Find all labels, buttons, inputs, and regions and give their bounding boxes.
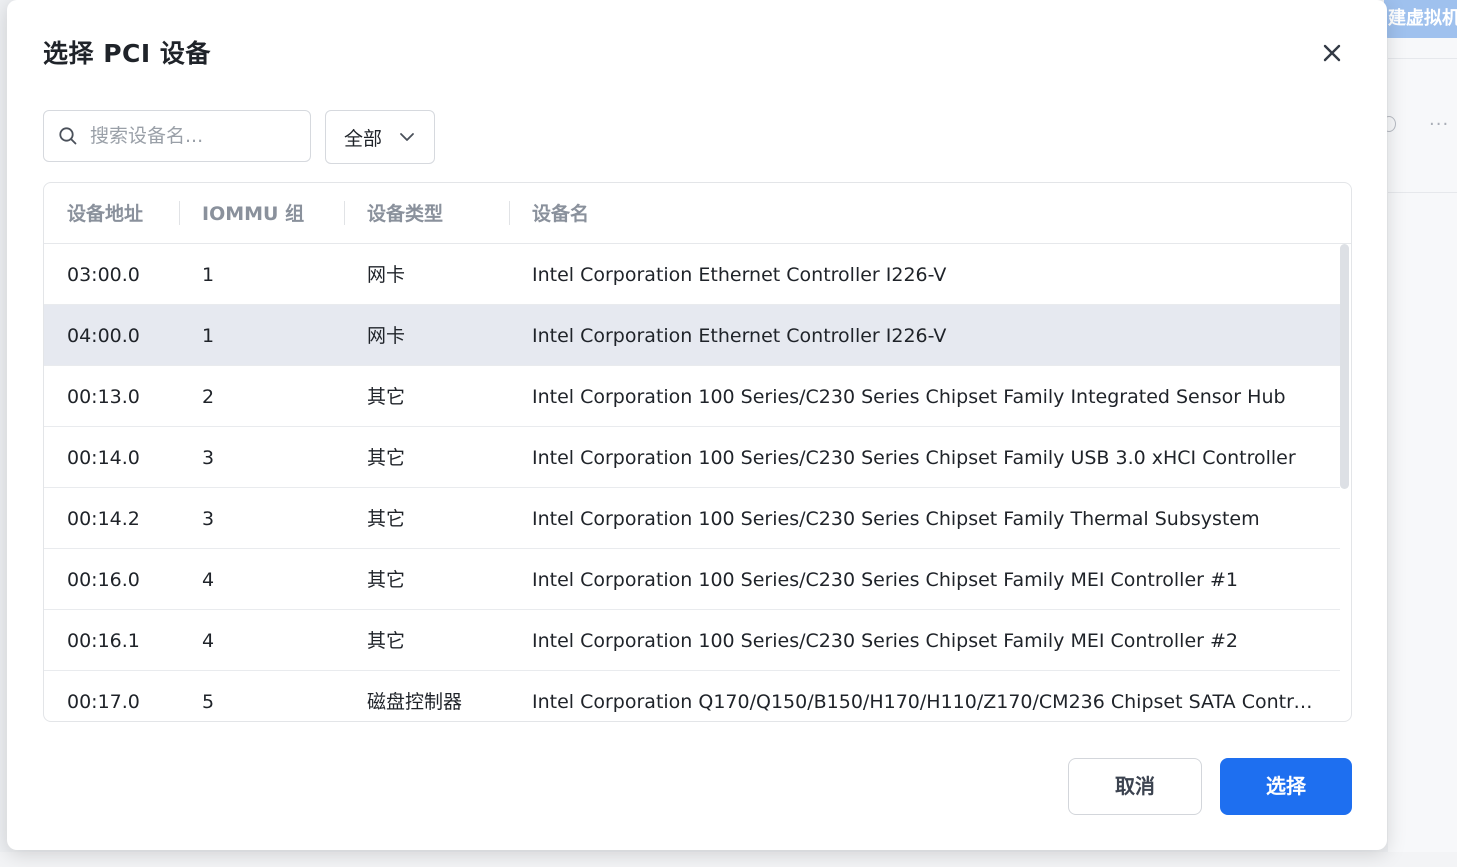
device-address-cell: 00:13.0 [67,386,140,408]
device-table: 设备地址 IOMMU 组 设备类型 设备名 03:00.0 1 网卡 Intel Co… [43,182,1352,722]
device-address-cell: 00:16.1 [67,630,140,652]
filter-selected-value: 全部 [344,127,383,150]
device-name-cell: Intel Corporation 100 Series/C230 Series… [532,386,1286,408]
chevron-down-icon [400,133,414,141]
iommu-group-cell: 3 [202,447,215,469]
device-name-cell: Intel Corporation Q170/Q150/B150/H170/H1… [532,691,1317,713]
iommu-group-cell: 4 [202,630,215,652]
device-address-cell: 04:00.0 [67,325,140,347]
device-type-cell: 磁盘控制器 [367,691,463,713]
device-address-cell: 00:14.0 [67,447,140,469]
column-header-type: 设备类型 [367,203,444,225]
column-divider [509,201,510,225]
table-row[interactable]: 00:13.0 2 其它 Intel Corporation 100 Series/C… [44,366,1340,427]
create-vm-button: 建虚拟机 [1384,0,1457,38]
device-type-cell: 网卡 [367,325,406,347]
column-divider [344,201,345,225]
pci-device-dialog: 选择 PCI 设备 全部 设备地址 IOMMU 组 设备类型 设备名 03:00… [7,0,1387,850]
table-row[interactable]: 00:14.2 3 其它 Intel Corporation 100 Series/C… [44,488,1340,549]
dialog-title: 选择 PCI 设备 [43,39,211,68]
device-name-cell: Intel Corporation Ethernet Controller I2… [532,325,947,347]
column-header-iommu: IOMMU 组 [202,203,305,225]
device-type-cell: 网卡 [367,264,406,286]
device-name-cell: Intel Corporation 100 Series/C230 Series… [532,569,1239,591]
device-address-cell: 03:00.0 [67,264,140,286]
device-type-cell: 其它 [367,630,406,652]
device-type-cell: 其它 [367,508,406,530]
device-address-cell: 00:14.2 [67,508,140,530]
device-name-cell: Intel Corporation 100 Series/C230 Series… [532,447,1296,469]
device-name-cell: Intel Corporation 100 Series/C230 Series… [532,508,1260,530]
search-icon [59,127,77,145]
table-row[interactable]: 00:14.0 3 其它 Intel Corporation 100 Series/C… [44,427,1340,488]
background-divider [1388,192,1457,193]
search-box[interactable] [43,110,311,162]
device-address-cell: 00:16.0 [67,569,140,591]
device-type-cell: 其它 [367,569,406,591]
more-icon: ··· [1429,114,1450,135]
iommu-group-cell: 1 [202,264,215,286]
background-footer [0,852,1457,867]
device-type-cell: 其它 [367,447,406,469]
iommu-group-cell: 3 [202,508,215,530]
table-row[interactable]: 04:00.0 1 网卡 Intel Corporation Ethernet Con… [44,305,1340,366]
scrollbar-thumb[interactable] [1340,244,1349,489]
table-body: 03:00.0 1 网卡 Intel Corporation Ethernet Con… [44,244,1340,721]
type-filter-select[interactable]: 全部 [325,110,435,164]
iommu-group-cell: 2 [202,386,215,408]
column-header-name: 设备名 [532,203,590,225]
iommu-group-cell: 4 [202,569,215,591]
column-divider [179,201,180,225]
cancel-button[interactable]: 取消 [1068,758,1202,815]
device-address-cell: 00:17.0 [67,691,140,713]
scrollbar[interactable] [1338,244,1351,721]
background-divider [1388,58,1457,59]
table-row[interactable]: 00:16.0 4 其它 Intel Corporation 100 Series/C… [44,549,1340,610]
table-header: 设备地址 IOMMU 组 设备类型 设备名 [44,183,1351,244]
search-input[interactable] [88,124,302,148]
table-row[interactable]: 00:16.1 4 其它 Intel Corporation 100 Series/C… [44,610,1340,671]
device-name-cell: Intel Corporation Ethernet Controller I2… [532,264,947,286]
iommu-group-cell: 1 [202,325,215,347]
iommu-group-cell: 5 [202,691,215,713]
column-header-address: 设备地址 [67,203,144,225]
select-button[interactable]: 选择 [1220,758,1352,815]
device-name-cell: Intel Corporation 100 Series/C230 Series… [532,630,1239,652]
device-type-cell: 其它 [367,386,406,408]
table-row[interactable]: 03:00.0 1 网卡 Intel Corporation Ethernet Con… [44,244,1340,305]
table-row[interactable]: 00:17.0 5 磁盘控制器 Intel Corporation Q170/Q150… [44,671,1340,721]
close-icon[interactable] [1319,40,1345,66]
